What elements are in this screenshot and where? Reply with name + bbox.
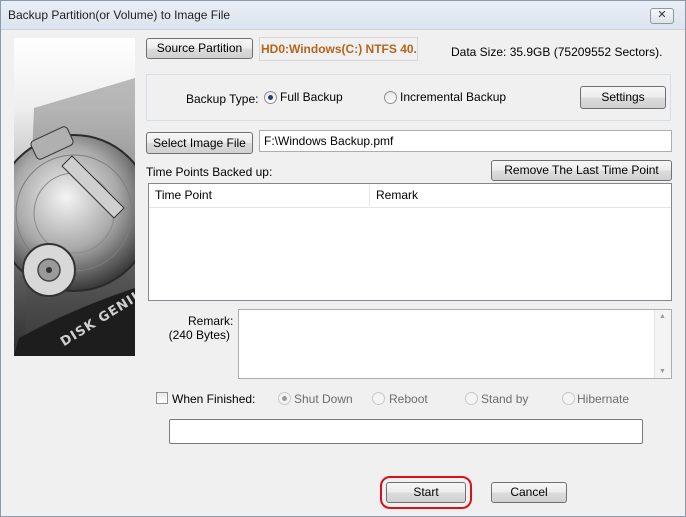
close-button[interactable]: ✕ xyxy=(650,8,674,24)
column-header-time-point[interactable]: Time Point xyxy=(149,184,369,207)
dialog-body: DISK GENIUS Source Partition HD0:Windows… xyxy=(1,30,685,516)
window-title: Backup Partition(or Volume) to Image Fil… xyxy=(8,8,231,22)
remark-label: Remark: xyxy=(188,314,234,328)
source-partition-field: HD0:Windows(C:) NTFS 40.0G xyxy=(259,37,418,61)
column-header-remark[interactable]: Remark xyxy=(370,184,666,207)
image-file-path-input[interactable]: F:\Windows Backup.pmf xyxy=(259,130,672,152)
list-header: Time Point Remark xyxy=(149,184,671,208)
hibernate-radio[interactable] xyxy=(562,392,575,405)
remark-scrollbar[interactable]: ▲ ▼ xyxy=(654,310,671,378)
full-backup-label[interactable]: Full Backup xyxy=(280,90,343,104)
reboot-radio[interactable] xyxy=(372,392,385,405)
title-bar: Backup Partition(or Volume) to Image Fil… xyxy=(1,1,685,30)
time-points-label: Time Points Backed up: xyxy=(146,165,273,179)
remark-size-label: (240 Bytes) xyxy=(168,328,230,342)
remark-textarea[interactable]: ▲ ▼ xyxy=(238,309,672,379)
progress-status-field xyxy=(169,419,643,444)
scroll-up-arrow-icon[interactable]: ▲ xyxy=(659,313,666,320)
shut-down-radio[interactable] xyxy=(278,392,291,405)
time-points-list[interactable]: Time Point Remark xyxy=(148,183,672,301)
source-partition-button[interactable]: Source Partition xyxy=(146,38,253,59)
settings-button[interactable]: Settings xyxy=(580,86,666,109)
select-image-file-button[interactable]: Select Image File xyxy=(146,132,253,154)
backup-type-label: Backup Type: xyxy=(186,92,259,106)
scroll-down-arrow-icon[interactable]: ▼ xyxy=(659,368,666,375)
when-finished-checkbox[interactable] xyxy=(156,392,168,404)
stand-by-label[interactable]: Stand by xyxy=(481,392,528,406)
incremental-backup-radio[interactable] xyxy=(384,91,397,104)
remove-last-time-point-button[interactable]: Remove The Last Time Point xyxy=(491,160,672,181)
start-button[interactable]: Start xyxy=(386,482,466,503)
full-backup-radio[interactable] xyxy=(264,91,277,104)
disk-genius-banner-image: DISK GENIUS xyxy=(14,38,135,356)
incremental-backup-label[interactable]: Incremental Backup xyxy=(400,90,506,104)
shut-down-label[interactable]: Shut Down xyxy=(294,392,353,406)
data-size-text: Data Size: 35.9GB (75209552 Sectors). xyxy=(451,45,663,59)
backup-dialog: Backup Partition(or Volume) to Image Fil… xyxy=(0,0,686,517)
when-finished-label[interactable]: When Finished: xyxy=(172,392,255,406)
stand-by-radio[interactable] xyxy=(465,392,478,405)
hibernate-label[interactable]: Hibernate xyxy=(577,392,629,406)
cancel-button[interactable]: Cancel xyxy=(491,482,567,503)
backup-type-group: Backup Type: Full Backup Incremental Bac… xyxy=(146,74,671,121)
reboot-label[interactable]: Reboot xyxy=(389,392,428,406)
